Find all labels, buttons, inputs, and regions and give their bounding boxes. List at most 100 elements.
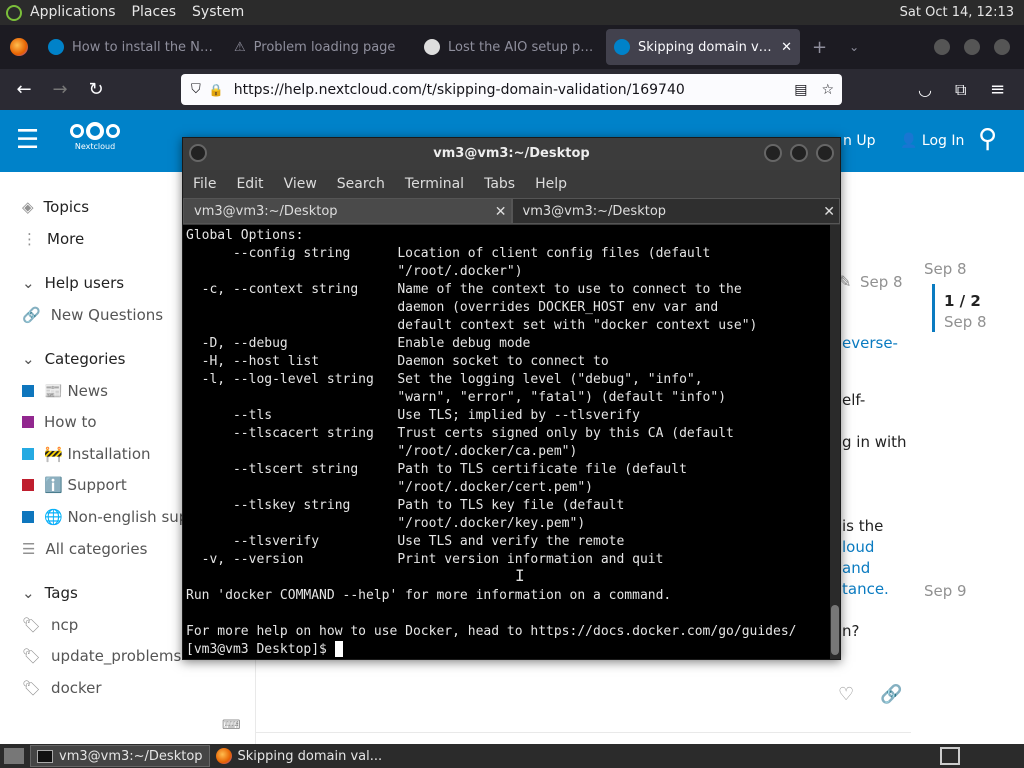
sidebar-category-news[interactable]: 📰 News [22,382,108,400]
post-link-fragment[interactable]: tance. [842,580,889,598]
terminal-tab-1[interactable]: vm3@vm3:~/Desktop ✕ [183,198,512,224]
terminal-line: --tls Use TLS; implied by --tlsverify [186,408,640,423]
window-menu-icon[interactable] [189,144,207,162]
link-icon: 🔗 [22,306,41,324]
show-desktop-icon[interactable] [4,748,24,764]
close-tab-icon[interactable]: ✕ [781,40,792,55]
reader-mode-icon[interactable]: ▤ [794,82,807,98]
browser-tab-problem[interactable]: ⚠ Problem loading page [226,29,416,65]
terminal-icon [37,749,53,763]
terminal-window[interactable]: vm3@vm3:~/Desktop File Edit View Search … [182,137,841,660]
bookmark-star-icon[interactable]: ☆ [821,82,834,98]
maximize-icon[interactable] [964,39,980,55]
timeline-bottom-date[interactable]: Sep 9 [924,582,967,600]
close-window-icon[interactable] [994,39,1010,55]
shield-icon[interactable]: ⛉ [191,82,201,97]
tag-icon: 🏷 [22,647,42,665]
new-tab-icon[interactable]: + [812,37,827,58]
tag-icon: 🏷 [22,616,42,634]
browser-tab-label: Skipping domain valida… [638,39,773,55]
sidebar-item-more[interactable]: ⋮ More [22,230,84,248]
hamburger-menu-icon[interactable]: ☰ [16,127,44,153]
menu-search[interactable]: Search [327,176,395,192]
timeline-top-date[interactable]: Sep 8 [924,260,967,278]
login-button[interactable]: 👤 Log In [900,133,964,149]
lock-icon[interactable]: 🔒 [209,83,224,97]
minimize-icon[interactable] [764,144,782,162]
sidebar-item-all-categories[interactable]: ☰ All categories [22,540,147,558]
terminal-cursor [334,641,343,657]
back-icon[interactable]: ← [6,79,42,100]
terminal-scrollbar[interactable] [830,225,840,659]
post-link-fragment[interactable]: loud [842,538,874,556]
url-text[interactable]: https://help.nextcloud.com/t/skipping-do… [234,82,685,98]
terminal-titlebar[interactable]: vm3@vm3:~/Desktop [183,138,840,170]
close-tab-icon[interactable]: ✕ [823,199,835,225]
section-help-users[interactable]: ⌄ Help users [22,274,124,292]
post-date[interactable]: Sep 8 [860,273,903,291]
sidebar-tag-ncp[interactable]: 🏷 ncp [22,616,78,634]
signup-button[interactable]: n Up [843,133,875,149]
share-link-icon[interactable]: 🔗 [880,684,902,705]
close-icon[interactable] [816,144,834,162]
reload-icon[interactable]: ↻ [78,79,114,100]
system-menu[interactable]: System [184,0,252,25]
scrollbar-thumb[interactable] [831,605,839,655]
close-tab-icon[interactable]: ✕ [495,199,507,225]
browser-tab-active[interactable]: Skipping domain valida… ✕ [606,29,800,65]
distro-logo-icon[interactable] [6,4,22,21]
section-tags[interactable]: ⌄ Tags [22,584,78,602]
extensions-icon[interactable]: ⧉ [955,80,966,100]
terminal-line: --tlsverify Use TLS and verify the remot… [186,534,625,549]
menu-help[interactable]: Help [525,176,577,192]
search-icon[interactable]: ⚲ [978,124,997,154]
category-color-swatch [22,416,34,428]
terminal-tab-2[interactable]: vm3@vm3:~/Desktop ✕ [511,198,840,225]
applications-menu[interactable]: Applications [22,0,124,25]
post-link-fragment[interactable]: and [842,559,870,577]
sidebar-item-new-questions[interactable]: 🔗 New Questions [22,306,163,324]
clock[interactable]: Sat Oct 14, 12:13 [900,5,1024,20]
post-link-fragment[interactable]: everse- [842,334,898,352]
nextcloud-logo[interactable]: Nextcloud [68,122,122,151]
terminal-tab-label: vm3@vm3:~/Desktop [522,204,667,219]
app-menu-icon[interactable]: ≡ [990,79,1005,100]
firefox-icon[interactable] [10,38,28,56]
minimize-icon[interactable] [934,39,950,55]
list-tabs-icon[interactable]: ⌄ [849,40,859,54]
places-menu[interactable]: Places [124,0,185,25]
menu-edit[interactable]: Edit [226,176,273,192]
sidebar-tag-docker[interactable]: 🏷 docker [22,679,102,697]
browser-tab-github[interactable]: Lost the AIO setup pa… [416,29,606,65]
terminal-output[interactable]: Global Options: --config string Location… [183,225,830,659]
taskbar-item-firefox[interactable]: Skipping domain val... [210,745,389,767]
sidebar-tag-update-problems[interactable]: 🏷 update_problems [22,647,181,665]
browser-tab-bar: How to install the Ne… ⚠ Problem loading… [0,25,1024,69]
browser-tab-install[interactable]: How to install the Ne… [40,29,226,65]
sidebar-category-support[interactable]: ℹ️ Support [22,476,127,494]
timeline-handle[interactable] [932,284,935,332]
tag-label: docker [51,679,102,697]
sidebar-category-nonenglish[interactable]: 🌐 Non-english supp [22,508,198,526]
menu-terminal[interactable]: Terminal [395,176,474,192]
menu-view[interactable]: View [274,176,327,192]
forward-icon[interactable]: → [42,79,78,100]
section-categories[interactable]: ⌄ Categories [22,350,125,368]
terminal-prompt: [vm3@vm3 Desktop]$ [186,642,335,657]
maximize-icon[interactable] [790,144,808,162]
pocket-icon[interactable]: ◡ [918,80,932,99]
sidebar-category-installation[interactable]: 🚧 Installation [22,445,151,463]
like-heart-icon[interactable]: ♡ [838,684,854,705]
section-label: Help users [44,274,125,292]
menu-tabs[interactable]: Tabs [474,176,525,192]
workspace-switcher[interactable] [940,747,960,765]
sidebar-category-howto[interactable]: How to [22,413,97,431]
timeline-position: 1 / 2 [944,292,981,310]
url-bar[interactable]: ⛉ 🔒 https://help.nextcloud.com/t/skippin… [181,74,842,105]
keyboard-icon[interactable]: ⌨ [222,718,241,733]
taskbar-item-terminal[interactable]: vm3@vm3:~/Desktop [30,745,210,767]
category-label: 🌐 Non-english supp [44,508,198,526]
sidebar-item-topics[interactable]: ◈ Topics [22,198,89,216]
menu-file[interactable]: File [183,176,226,192]
